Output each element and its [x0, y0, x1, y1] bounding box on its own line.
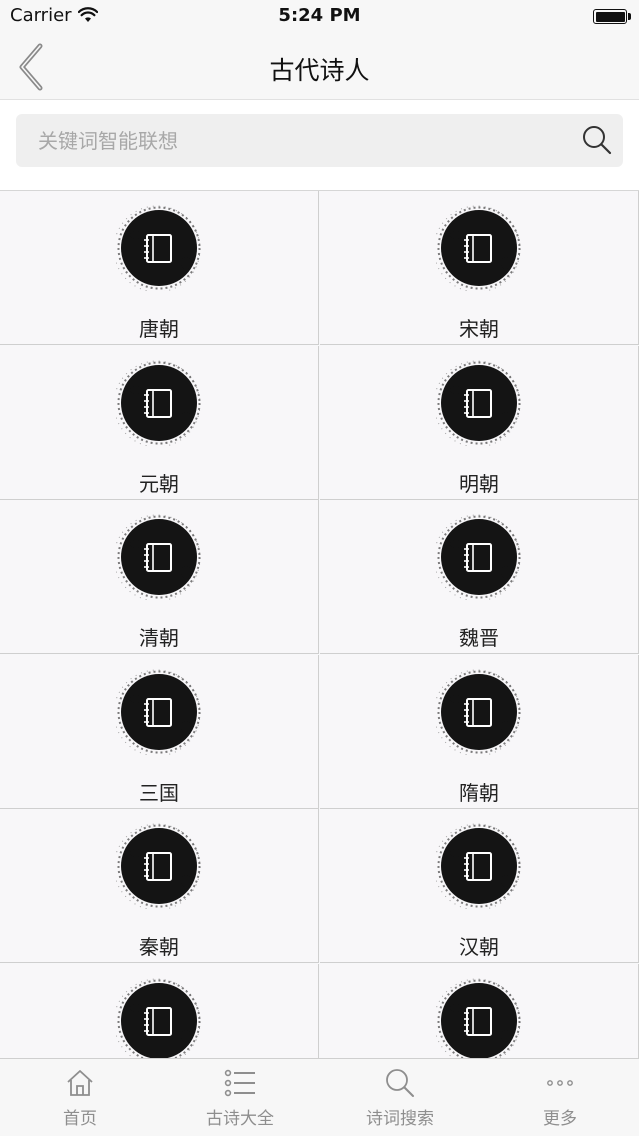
dynasty-cell[interactable]: 宋朝	[320, 191, 639, 345]
page-title: 古代诗人	[269, 56, 370, 85]
battery-icon	[593, 9, 627, 24]
tab-search[interactable]: 诗词搜索	[320, 1059, 480, 1136]
tab-label: 首页	[63, 1109, 97, 1129]
dynasty-label: 汉朝	[459, 935, 499, 959]
battery-tip	[628, 13, 631, 20]
tab-more[interactable]: 更多	[480, 1059, 639, 1136]
dynasty-cell[interactable]: 明朝	[320, 345, 639, 500]
dynasty-grid: 唐朝 宋朝元朝 明朝清朝 魏晋三国 隋朝秦朝 汉朝	[0, 190, 639, 1058]
more-icon	[547, 1080, 573, 1086]
dynasty-cell[interactable]: 魏晋	[320, 500, 639, 654]
notebook-ink-icon	[436, 669, 521, 755]
notebook-ink-icon	[116, 978, 201, 1058]
search-input[interactable]	[38, 114, 578, 167]
dynasty-cell[interactable]: 隋朝	[320, 654, 639, 809]
dynasty-label: 隋朝	[459, 780, 499, 805]
notebook-ink-icon	[116, 205, 201, 291]
dynasty-cell[interactable]: 元朝	[0, 345, 319, 500]
notebook-ink-icon	[436, 514, 521, 600]
notebook-ink-icon	[436, 823, 521, 909]
dynasty-cell[interactable]: 唐朝	[0, 191, 319, 345]
notebook-ink-icon	[116, 360, 201, 446]
notebook-ink-icon	[116, 823, 201, 909]
search-icon[interactable]	[581, 124, 613, 156]
dynasty-label: 明朝	[459, 471, 499, 496]
status-bar: Carrier 5:24 PM	[0, 0, 639, 34]
tab-label: 诗词搜索	[366, 1109, 434, 1129]
dynasty-label: 三国	[139, 780, 179, 805]
notebook-ink-icon	[436, 360, 521, 446]
notebook-ink-icon	[436, 205, 521, 291]
dynasty-cell[interactable]: 三国	[0, 654, 319, 809]
tab-home[interactable]: 首页	[0, 1059, 160, 1136]
dynasty-cell[interactable]: 汉朝	[320, 809, 639, 963]
tab-label: 古诗大全	[206, 1109, 274, 1129]
notebook-ink-icon	[436, 978, 521, 1058]
dynasty-cell[interactable]	[320, 963, 639, 1058]
search-area	[0, 100, 639, 190]
dynasty-label: 元朝	[139, 471, 179, 496]
status-time: 5:24 PM	[278, 5, 361, 26]
home-icon	[67, 1070, 93, 1096]
notebook-ink-icon	[116, 514, 201, 600]
dynasty-label: 清朝	[139, 626, 179, 650]
search-icon	[386, 1069, 414, 1097]
search-box	[16, 114, 623, 167]
dynasty-label: 宋朝	[459, 317, 499, 341]
tab-label: 更多	[543, 1109, 577, 1129]
dynasty-label: 魏晋	[459, 626, 499, 650]
dynasty-cell[interactable]: 清朝	[0, 500, 319, 654]
list-icon	[224, 1069, 255, 1097]
dynasty-cell[interactable]: 秦朝	[0, 809, 319, 963]
notebook-ink-icon	[116, 669, 201, 755]
dynasty-label: 唐朝	[139, 317, 179, 341]
tab-bar: 首页 古诗大全 诗词搜索 更多	[0, 1058, 639, 1136]
tab-poems[interactable]: 古诗大全	[160, 1059, 320, 1136]
navigation-bar: 古代诗人	[0, 34, 639, 100]
dynasty-label: 秦朝	[139, 935, 179, 959]
dynasty-cell[interactable]	[0, 963, 319, 1058]
